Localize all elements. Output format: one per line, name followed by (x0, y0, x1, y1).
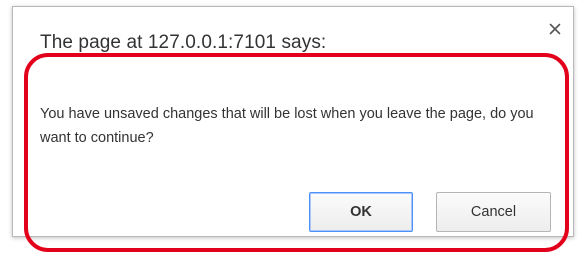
background-page-fragment: ▬ ▬▬▬▬▬▬ ▬▬▬▬ (130, 253, 290, 269)
dialog-message: You have unsaved changes that will be lo… (40, 106, 534, 146)
background-text-fragment: ▬ ▬▬▬▬▬▬ ▬▬▬▬ (130, 262, 280, 269)
javascript-confirm-dialog: The page at 127.0.0.1:7101 says: You hav… (12, 6, 574, 237)
dialog-title: The page at 127.0.0.1:7101 says: (40, 32, 327, 53)
cancel-button[interactable]: Cancel (436, 192, 551, 232)
close-button[interactable] (547, 21, 563, 37)
close-icon (549, 23, 561, 35)
ok-button[interactable]: OK (309, 192, 413, 232)
screenshot-stage: ▬ ▬▬▬▬▬▬ ▬▬▬▬ The page at 127.0.0.1:7101… (0, 0, 580, 269)
